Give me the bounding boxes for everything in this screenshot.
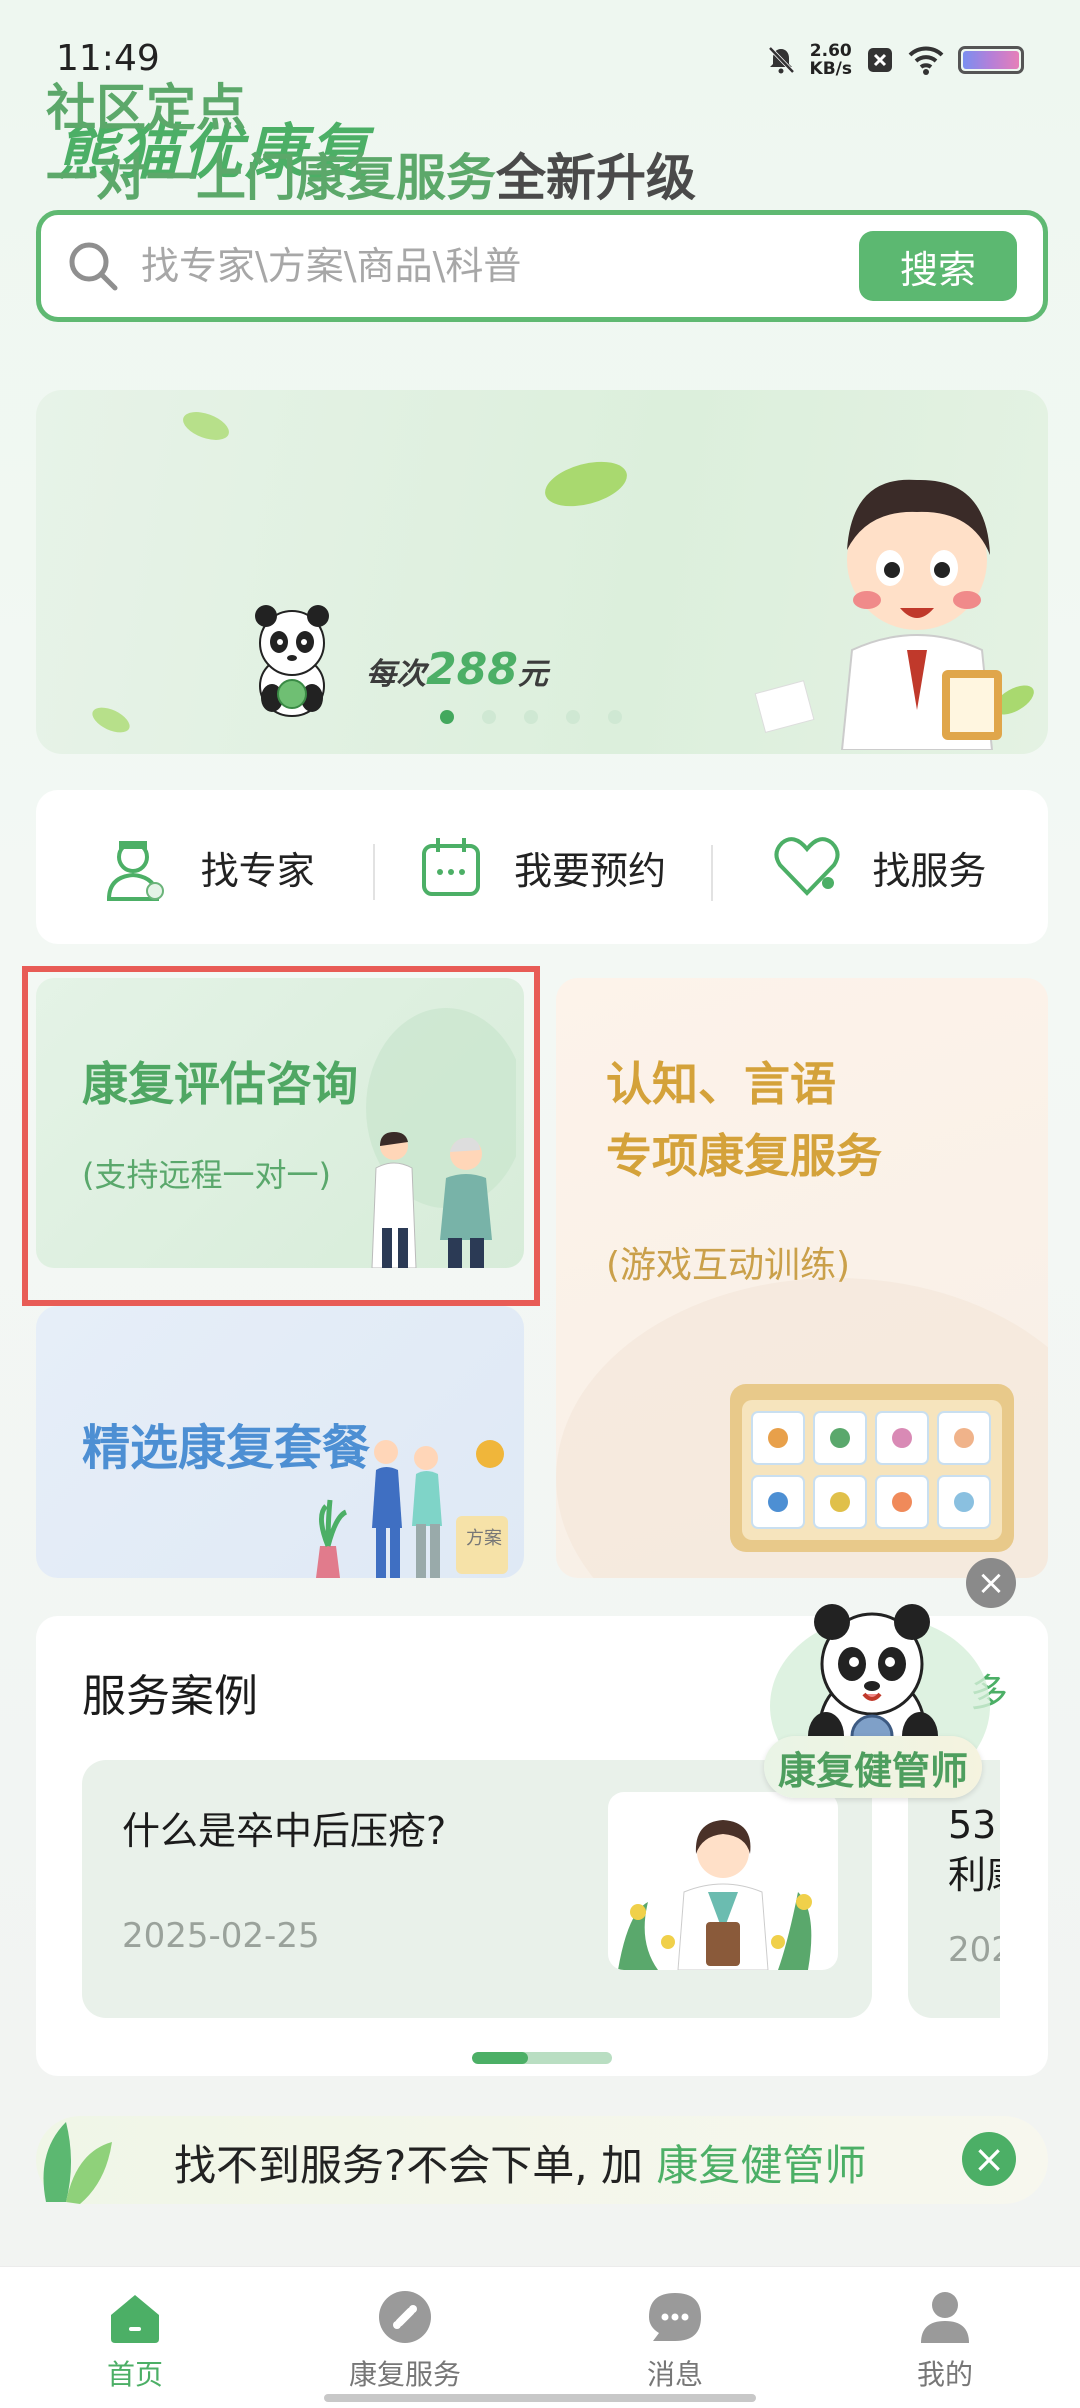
doctor-icon bbox=[106, 841, 164, 901]
banner-price: 每次288元 bbox=[366, 644, 548, 695]
doctor-illustration bbox=[840, 479, 1002, 750]
search-button[interactable]: 搜索 bbox=[859, 231, 1017, 301]
search-icon bbox=[69, 242, 118, 291]
panda-illustration bbox=[255, 605, 329, 717]
nav-item-rehab-service[interactable]: 康复服务 bbox=[270, 2267, 540, 2408]
pagination-dot[interactable] bbox=[608, 710, 622, 724]
case-title-line2: 利康 bbox=[948, 1853, 1000, 1897]
net-speed-value: 2.60 bbox=[809, 41, 852, 61]
case-thumbnail bbox=[608, 1792, 838, 1970]
rehab-service-icon bbox=[379, 2291, 431, 2343]
package-title: 精选康复套餐 bbox=[82, 1420, 371, 1476]
search-bar[interactable]: 搜索 bbox=[36, 210, 1048, 322]
banner-pagination bbox=[440, 710, 622, 724]
service-cases-title: 服务案例 bbox=[82, 1671, 258, 1722]
case-title: 53岁利康 bbox=[948, 1800, 1000, 1900]
quick-action-find-expert[interactable]: 找专家 bbox=[36, 829, 373, 905]
quick-action-label: 找服务 bbox=[872, 848, 987, 893]
leaf-decoration-icon bbox=[92, 707, 130, 733]
bottom-nav: 首页 康复服务 消息 我的 bbox=[0, 2266, 1080, 2408]
quick-actions: 找专家 我要预约 找服务 bbox=[36, 790, 1048, 944]
package-tag: 方案 bbox=[466, 1528, 502, 1549]
case-date: 2025-02-25 bbox=[948, 1930, 1000, 1970]
notification-x-icon bbox=[868, 48, 892, 72]
case-date: 2025-02-25 bbox=[122, 1916, 320, 1956]
price-prefix: 每次 bbox=[366, 657, 426, 692]
notice-text: 找不到服务?不会下单, 加 bbox=[174, 2141, 657, 2190]
quick-action-label: 我要预约 bbox=[513, 848, 666, 893]
cognitive-title-line2: 专项康复服务 bbox=[606, 1129, 882, 1183]
search-input[interactable] bbox=[141, 244, 859, 288]
nav-item-profile[interactable]: 我的 bbox=[810, 2267, 1080, 2408]
pagination-dot[interactable] bbox=[482, 710, 496, 724]
gesture-bar bbox=[324, 2394, 756, 2402]
paper-decoration-icon bbox=[754, 680, 815, 733]
banner-headline-1: 社区定点 bbox=[46, 79, 246, 137]
leaf-decoration-icon bbox=[545, 461, 627, 507]
assessment-title: 康复评估咨询 bbox=[82, 1057, 358, 1111]
pagination-dot[interactable] bbox=[566, 710, 580, 724]
notice-highlight[interactable]: 康复健管师 bbox=[656, 2141, 866, 2190]
nav-label: 康复服务 bbox=[348, 2358, 461, 2391]
case-title: 什么是卒中后压疮? bbox=[122, 1809, 447, 1853]
home-icon bbox=[111, 2295, 159, 2343]
promo-banner[interactable] bbox=[36, 390, 1048, 754]
mascot-label[interactable]: 康复健管师 bbox=[764, 1736, 982, 1798]
net-speed-unit: KB/s bbox=[809, 59, 852, 79]
banner-headline-green: 一对一上门康复服务 bbox=[46, 149, 496, 207]
nav-label: 消息 bbox=[646, 2358, 703, 2391]
pagination-dot[interactable] bbox=[524, 710, 538, 724]
highlight-box bbox=[22, 966, 540, 1306]
leaf-icon bbox=[43, 2122, 112, 2204]
price-value: 288 bbox=[426, 644, 518, 695]
message-icon bbox=[649, 2293, 701, 2341]
quick-action-label: 找专家 bbox=[200, 848, 315, 893]
profile-icon bbox=[921, 2292, 969, 2343]
wifi-icon bbox=[908, 46, 944, 75]
leaf-decoration-icon bbox=[183, 412, 229, 440]
quick-action-find-service[interactable]: 找服务 bbox=[710, 835, 1048, 901]
nurse-illustration bbox=[618, 1820, 812, 1970]
net-speed: 2.60 KB/s bbox=[810, 42, 852, 78]
banner-headline-dark: 全新升级 bbox=[496, 149, 696, 207]
heart-icon bbox=[774, 837, 840, 896]
notice-close-button[interactable]: × bbox=[962, 2132, 1016, 2186]
quick-action-appointment[interactable]: 我要预约 bbox=[373, 834, 710, 900]
status-icons: 2.60 KB/s bbox=[766, 42, 1024, 78]
mute-bell-icon bbox=[768, 46, 794, 74]
pagination-dot[interactable] bbox=[440, 710, 454, 724]
cases-scroll-indicator bbox=[472, 2052, 612, 2064]
calendar-icon bbox=[421, 838, 480, 896]
cognitive-title-line1: 认知、言语 bbox=[606, 1057, 836, 1111]
nav-label: 首页 bbox=[106, 2358, 163, 2391]
nav-label: 我的 bbox=[916, 2358, 973, 2391]
assessment-subtitle: (支持远程一对一) bbox=[82, 1156, 331, 1194]
nav-item-messages[interactable]: 消息 bbox=[540, 2267, 810, 2408]
banner-headline-2: 一对一上门康复服务全新升级 bbox=[46, 138, 696, 210]
nav-item-home[interactable]: 首页 bbox=[0, 2267, 270, 2408]
case-title-line1: 53岁 bbox=[948, 1803, 1000, 1847]
help-notice-text: 找不到服务?不会下单, 加 康复健管师 bbox=[174, 2132, 866, 2193]
cognitive-subtitle: (游戏互动训练) bbox=[606, 1245, 851, 1286]
game-board-illustration bbox=[730, 1384, 1014, 1552]
price-unit: 元 bbox=[517, 657, 548, 692]
battery-icon bbox=[958, 46, 1024, 74]
